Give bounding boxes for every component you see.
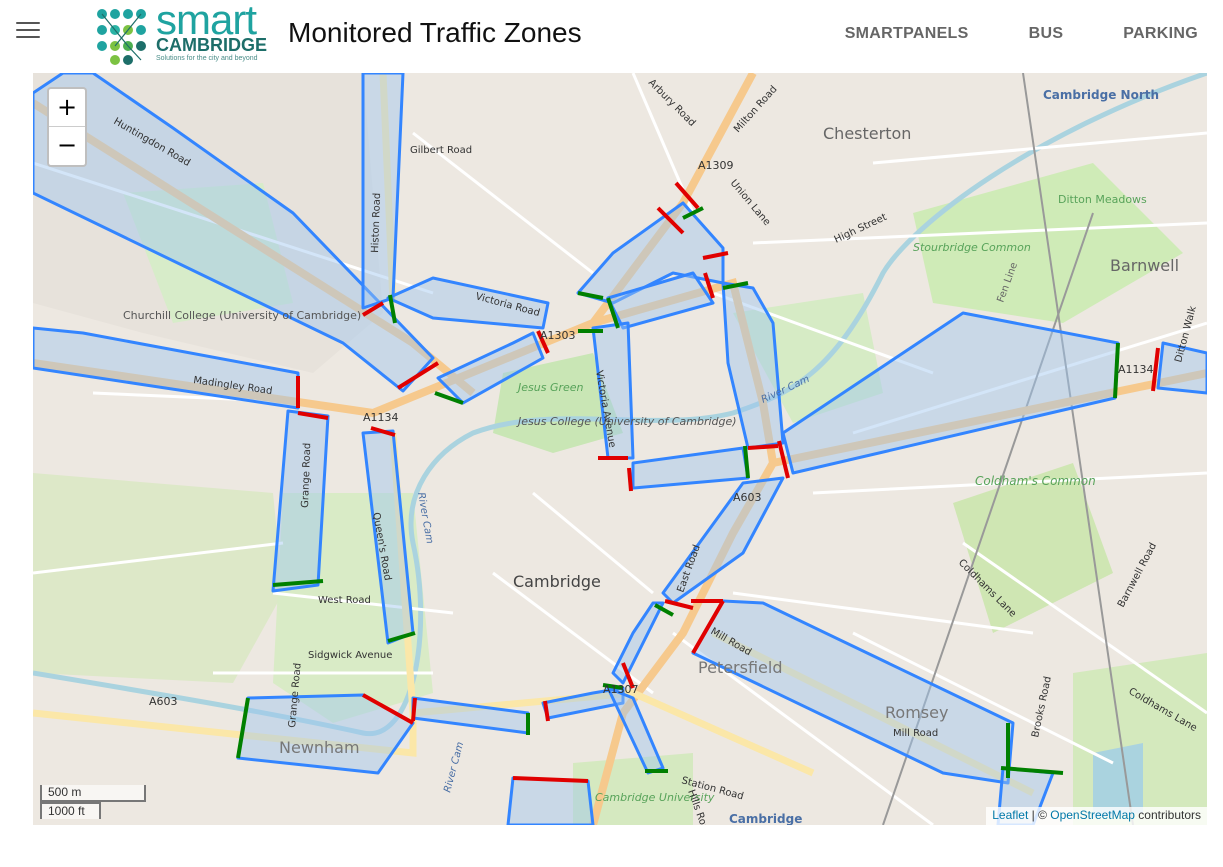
label-histon-road: Histon Road bbox=[370, 193, 383, 254]
label-sidgwick-avenue: Sidgwick Avenue bbox=[308, 650, 392, 661]
zoom-out-button[interactable]: − bbox=[49, 127, 85, 165]
label-cambridge-north: Cambridge North bbox=[1043, 88, 1159, 102]
label-churchill-college: Churchill College (University of Cambrid… bbox=[123, 309, 361, 322]
zoom-in-button[interactable]: + bbox=[49, 89, 85, 127]
label-coldhams-common: Coldham's Common bbox=[975, 474, 1096, 488]
label-a603-east: A603 bbox=[733, 491, 762, 504]
nav-parking-link[interactable]: PARKING bbox=[1123, 25, 1198, 43]
label-jesus-green: Jesus Green bbox=[516, 381, 584, 394]
label-petersfield: Petersfield bbox=[698, 658, 782, 677]
label-a1309: A1309 bbox=[698, 159, 734, 172]
label-cambridge-station: Cambridge bbox=[729, 812, 802, 825]
traffic-zones-map[interactable]: Cambridge North Chesterton Ditton Meadow… bbox=[33, 73, 1207, 825]
label-grange-road-north: Grange Road bbox=[300, 443, 313, 508]
zoom-control: + − bbox=[47, 87, 87, 167]
label-a1303: A1303 bbox=[540, 329, 576, 342]
top-nav: SMARTPANELS BUS PARKING bbox=[785, 25, 1198, 43]
nav-smartpanels-link[interactable]: SMARTPANELS bbox=[845, 25, 969, 43]
label-ditton-meadows: Ditton Meadows bbox=[1058, 193, 1147, 206]
logo-tagline: Solutions for the city and beyond bbox=[156, 55, 258, 62]
page-title: Monitored Traffic Zones bbox=[288, 17, 582, 48]
map-attribution: Leaflet | © OpenStreetMap contributors bbox=[986, 807, 1207, 825]
logo-dots-icon bbox=[97, 9, 146, 65]
label-mill-road-2: Mill Road bbox=[893, 728, 938, 739]
label-barnwell: Barnwell bbox=[1110, 256, 1179, 275]
label-a1134-east: A1134 bbox=[1118, 363, 1154, 376]
label-cambridge-center: Cambridge bbox=[513, 572, 601, 591]
label-a603-west: A603 bbox=[149, 695, 178, 708]
attribution-suffix: contributors bbox=[1134, 808, 1201, 822]
hamburger-menu-icon[interactable] bbox=[16, 22, 40, 42]
nav-bus-link[interactable]: BUS bbox=[1029, 25, 1064, 43]
label-west-road: West Road bbox=[318, 595, 371, 606]
label-a1134: A1134 bbox=[363, 411, 399, 424]
label-a1307: A1307 bbox=[603, 683, 639, 696]
scale-metric: 500 m bbox=[40, 785, 146, 802]
label-stourbridge-common: Stourbridge Common bbox=[913, 241, 1031, 254]
scale-imperial: 1000 ft bbox=[40, 802, 101, 819]
label-jesus-college: Jesus College (University of Cambridge) bbox=[516, 415, 737, 428]
label-gilbert-road: Gilbert Road bbox=[410, 145, 472, 156]
openstreetmap-link[interactable]: OpenStreetMap bbox=[1050, 808, 1135, 822]
label-newnham: Newnham bbox=[279, 738, 360, 757]
map-scale: 500 m 1000 ft bbox=[40, 785, 146, 819]
label-chesterton: Chesterton bbox=[823, 124, 911, 143]
attribution-separator: | © bbox=[1028, 808, 1051, 822]
smart-cambridge-logo[interactable]: smart CAMBRIDGE Solutions for the city a… bbox=[94, 0, 270, 66]
label-romsey: Romsey bbox=[885, 703, 948, 722]
logo-word-cambridge: CAMBRIDGE bbox=[156, 35, 267, 55]
map-canvas[interactable]: Cambridge North Chesterton Ditton Meadow… bbox=[33, 73, 1207, 825]
app-header: smart CAMBRIDGE Solutions for the city a… bbox=[0, 0, 1223, 72]
leaflet-link[interactable]: Leaflet bbox=[992, 808, 1028, 822]
